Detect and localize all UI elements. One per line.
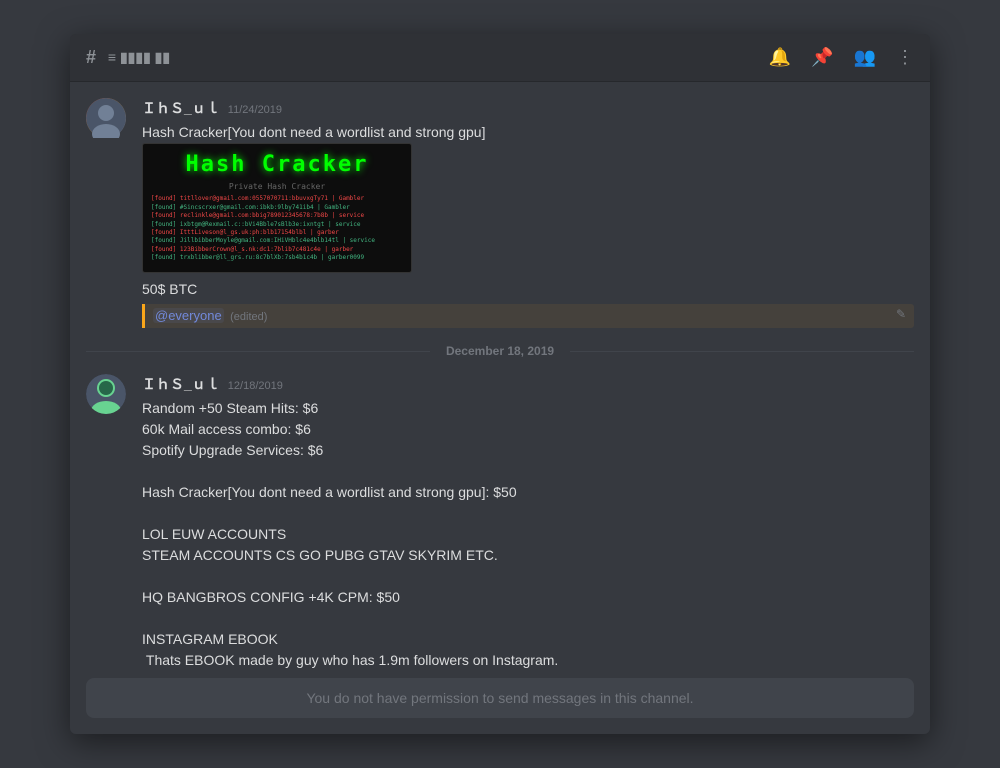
everyone-mention-1: @everyone xyxy=(153,308,224,323)
channel-name-area: # ≡ ▮▮▮▮ ▮▮ xyxy=(86,47,769,68)
message-1-content: ＩｈＳ_ｕｌ 11/24/2019 Hash Cracker[You dont … xyxy=(142,98,914,328)
timestamp-1: 11/24/2019 xyxy=(228,104,282,116)
hash-icon: # xyxy=(86,47,96,68)
username-1: ＩｈＳ_ｕｌ xyxy=(142,98,220,118)
edit-icon-1[interactable]: ✎ xyxy=(896,307,906,321)
message-2-lines: Random +50 Steam Hits: $6 60k Mail acces… xyxy=(142,398,914,670)
mention-bar-1: @everyone (edited) ✎ xyxy=(142,304,914,328)
message-2-header: ＩｈＳ_ｕｌ 12/18/2019 xyxy=(142,374,914,394)
terminal-line-8: [found] trxblibber@ll_grs.ru:8c7blXb:7sb… xyxy=(151,254,403,262)
terminal-line-2: [found] #Sincscrxer@gmail.com:ibkb:9lby7… xyxy=(151,204,403,212)
hash-cracker-title: Hash Cracker xyxy=(186,152,369,178)
separator-line-right xyxy=(570,351,914,352)
bottom-bar: You do not have permission to send messa… xyxy=(70,670,930,734)
messages-area[interactable]: ＩｈＳ_ｕｌ 11/24/2019 Hash Cracker[You dont … xyxy=(70,82,930,670)
bell-icon[interactable]: 🔔 xyxy=(769,47,791,68)
terminal-lines: [found] titllover@gmail.com:0557070711:b… xyxy=(151,195,403,262)
terminal-line-3: [found] reclinkle@gmail.com:bbig78901234… xyxy=(151,212,403,220)
message-1-text: Hash Cracker[You dont need a wordlist an… xyxy=(142,122,914,143)
timestamp-2: 12/18/2019 xyxy=(228,380,283,392)
terminal-line-4: [found] ixbtgm@Rexmail.c::bVi4Bble7sBlb3… xyxy=(151,221,403,229)
message-1-header: ＩｈＳ_ｕｌ 11/24/2019 xyxy=(142,98,914,118)
message-group-2: ＩｈＳ_ｕｌ 12/18/2019 Random +50 Steam Hits:… xyxy=(86,374,914,670)
edited-1: (edited) xyxy=(230,311,267,323)
members-icon[interactable]: 👥 xyxy=(854,47,876,68)
top-bar-icons: 🔔 📌 👥 ⋮ xyxy=(769,47,914,68)
separator-line-left xyxy=(86,351,430,352)
discord-window: # ≡ ▮▮▮▮ ▮▮ 🔔 📌 👥 ⋮ ＩｈＳ xyxy=(70,34,930,734)
terminal-line-7: [found] 123BibberCrown@l_s.nk:dc1:7blib7… xyxy=(151,246,403,254)
date-separator-text: December 18, 2019 xyxy=(446,344,554,358)
no-permission-bar: You do not have permission to send messa… xyxy=(86,678,914,718)
hash-cracker-subtitle: Private Hash Cracker xyxy=(229,182,325,191)
pin-icon[interactable]: 📌 xyxy=(811,47,833,68)
avatar-2 xyxy=(86,374,126,414)
below-text-1: 50$ BTC xyxy=(142,279,914,300)
message-2-content: ＩｈＳ_ｕｌ 12/18/2019 Random +50 Steam Hits:… xyxy=(142,374,914,670)
terminal-line-1: [found] titllover@gmail.com:0557070711:b… xyxy=(151,195,403,203)
username-2: ＩｈＳ_ｕｌ xyxy=(142,374,220,394)
hash-cracker-image: Hash Cracker Private Hash Cracker [found… xyxy=(142,143,412,273)
no-permission-text: You do not have permission to send messa… xyxy=(306,690,693,706)
terminal-line-5: [found] ItttLiveson@l_gs.uk:ph:blb17154b… xyxy=(151,229,403,237)
top-bar: # ≡ ▮▮▮▮ ▮▮ 🔔 📌 👥 ⋮ xyxy=(70,34,930,82)
avatar-1 xyxy=(86,98,126,138)
terminal-line-6: [found] JillbibberMoyle@gmail.com:IHiVHb… xyxy=(151,237,403,245)
channel-name: ≡ ▮▮▮▮ ▮▮ xyxy=(104,49,170,66)
more-icon[interactable]: ⋮ xyxy=(896,47,914,68)
date-separator: December 18, 2019 xyxy=(86,344,914,358)
message-group-1: ＩｈＳ_ｕｌ 11/24/2019 Hash Cracker[You dont … xyxy=(86,98,914,328)
